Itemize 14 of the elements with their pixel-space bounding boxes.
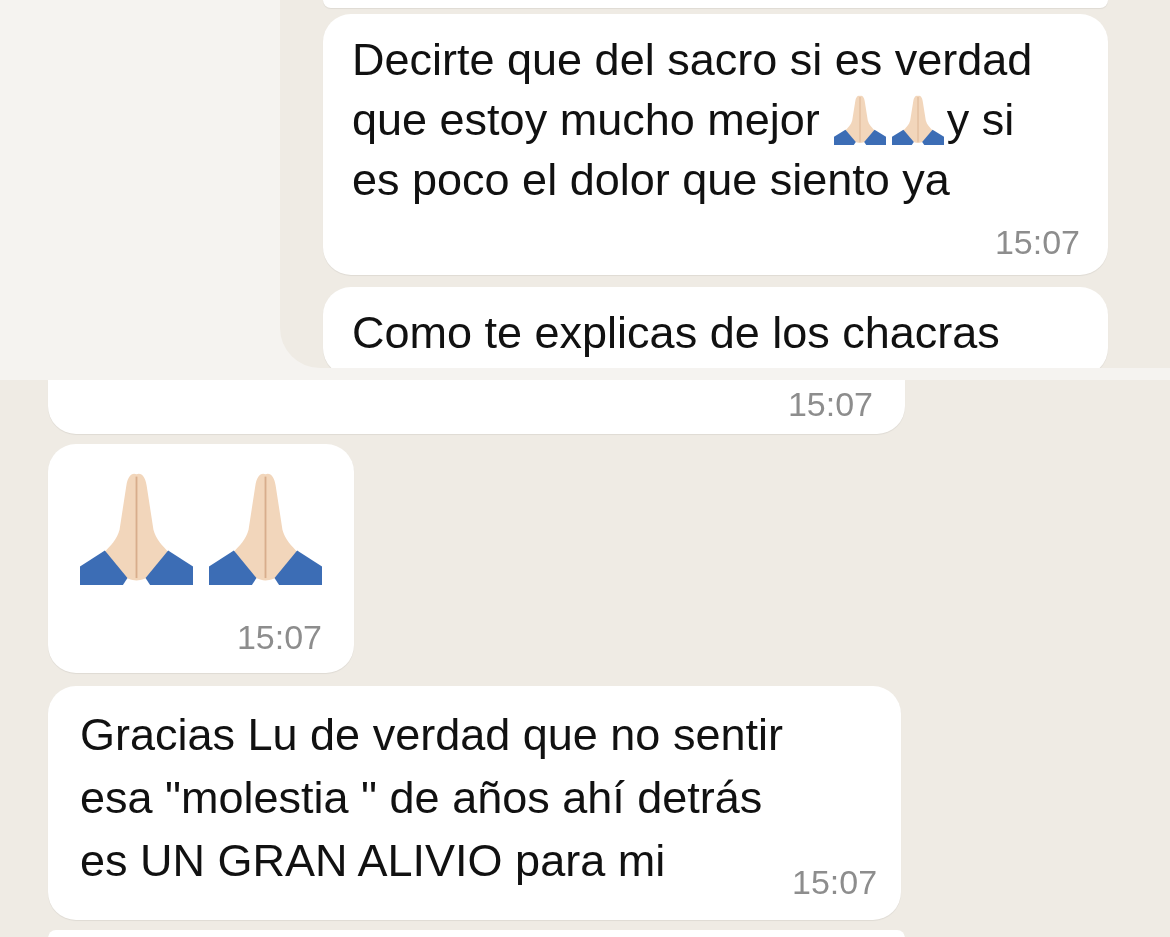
message-text: Decirte que del sacro si es verdad [352,34,1033,86]
message-text: Gracias Lu de verdad que no sentir esa "molestia " de años ahí detrás es UN GRAN ALIVIO para mi [80,708,784,888]
praying-hands-icon [80,472,193,585]
praying-hands-icon [209,472,322,585]
message-text: Como te explicas de los chacras [352,307,1000,359]
praying-hands-icon [833,95,886,145]
message-time: 15:07 [994,222,1080,262]
praying-hands-icon [891,95,944,145]
message-text: es poco el dolor que siento ya [352,154,950,206]
message-text: que estoy mucho mejor [352,94,820,146]
message-text: y si [946,94,1015,146]
message-time: 15:07 [236,617,322,657]
message-time: 15:07 [787,384,873,424]
message-time: 15:07 [792,862,878,902]
